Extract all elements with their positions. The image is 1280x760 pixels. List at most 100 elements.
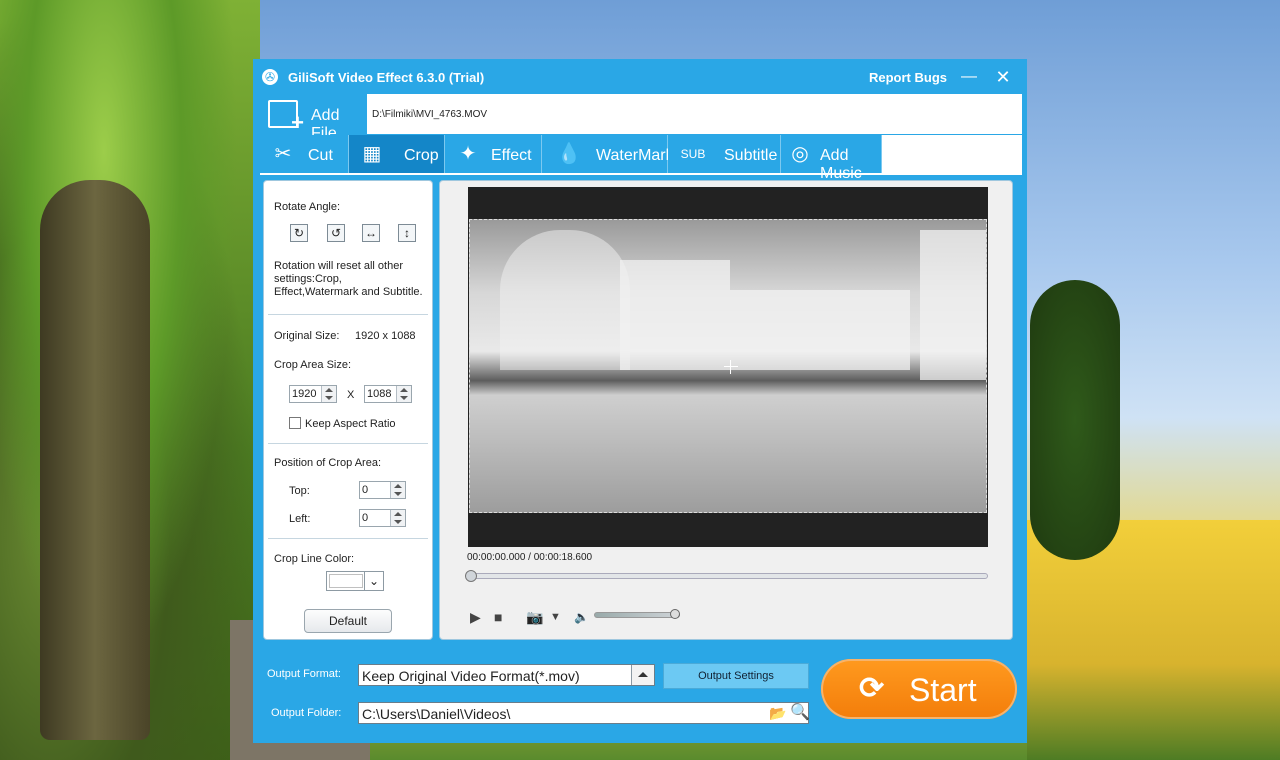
dropdown-arrow-icon[interactable] <box>631 665 654 685</box>
flip-vertical-icon[interactable]: ↕ <box>398 224 416 242</box>
keep-aspect-label: Keep Aspect Ratio <box>305 418 396 430</box>
tab-crop[interactable]: ▦ Crop <box>349 135 445 173</box>
close-button[interactable]: ✕ <box>993 65 1013 89</box>
tab-label: WaterMark <box>596 147 674 164</box>
time-display: 00:00:00.000 / 00:00:18.600 <box>467 552 593 563</box>
tab-label: Effect <box>491 147 532 164</box>
crop-line-color-picker[interactable]: ⌄ <box>326 571 384 591</box>
tab-bar: ✂ Cut ▦ Crop ✦ Effect 💧 WaterMark SUB Su… <box>260 135 1022 182</box>
stop-icon[interactable]: ■ <box>494 609 502 625</box>
rotate-counterclockwise-icon[interactable]: ↺ <box>327 224 345 242</box>
original-size-value: 1920 x 1088 <box>355 330 416 342</box>
crop-line-color-label: Crop Line Color: <box>274 553 355 565</box>
add-file-button[interactable]: Add File <box>260 94 367 142</box>
snapshot-dropdown-icon[interactable]: ▼ <box>550 611 561 623</box>
volume-icon[interactable]: 🔈 <box>574 610 589 624</box>
output-format-value: Keep Original Video Format(*.mov) <box>362 668 580 684</box>
stepper-arrows-icon[interactable] <box>390 482 405 498</box>
tab-label: Crop <box>404 147 439 164</box>
search-icon[interactable]: 🔍 <box>790 704 810 722</box>
tab-subtitle[interactable]: SUB Subtitle <box>668 135 781 173</box>
preview-panel: 00:00:00.000 / 00:00:18.600 ▶ ■ 📷 ▼ 🔈 <box>439 180 1013 640</box>
color-swatch <box>329 574 363 588</box>
watermark-icon: 💧 <box>556 143 582 165</box>
start-button[interactable]: ⟳ Start <box>821 659 1017 719</box>
crop-icon: ▦ <box>362 143 382 165</box>
volume-handle[interactable] <box>669 609 680 619</box>
crop-settings-panel: Rotate Angle: ↻ ↺ ↔ ↕ Rotation will rese… <box>263 180 433 640</box>
minimize-button[interactable]: — <box>959 65 979 89</box>
stepper-arrows-icon[interactable] <box>321 386 336 402</box>
wallpaper-tree-right <box>1030 280 1120 560</box>
crop-area-size-label: Crop Area Size: <box>274 359 352 371</box>
output-format-select[interactable]: Keep Original Video Format(*.mov) <box>358 664 655 686</box>
app-window: ✇ GiliSoft Video Effect 6.3.0 (Trial) Re… <box>253 59 1027 743</box>
cut-icon: ✂ <box>274 143 292 165</box>
rotate-angle-label: Rotate Angle: <box>274 201 341 213</box>
divider <box>268 443 428 444</box>
crop-frame[interactable] <box>469 219 987 513</box>
folder-open-icon[interactable]: 📂 <box>769 706 787 720</box>
crop-center-crosshair-icon[interactable] <box>724 360 738 374</box>
top-value: 0 <box>362 484 369 496</box>
report-bugs-link[interactable]: Report Bugs <box>869 70 947 85</box>
flip-horizontal-icon[interactable]: ↔ <box>362 224 380 242</box>
app-logo-icon: ✇ <box>262 69 278 85</box>
output-folder-value: C:\Users\Daniel\Videos\ <box>362 706 511 722</box>
video-preview <box>468 187 988 547</box>
video-tree <box>500 230 630 370</box>
video-building <box>730 290 910 370</box>
start-label: Start <box>909 672 977 708</box>
output-folder-label: Output Folder: <box>271 707 342 719</box>
window-title: GiliSoft Video Effect 6.3.0 (Trial) <box>288 70 485 85</box>
crop-height-stepper[interactable]: 1088 <box>364 385 412 403</box>
output-bar: Output Format: Keep Original Video Forma… <box>253 649 1027 743</box>
volume-slider[interactable] <box>594 609 680 619</box>
crop-width-value: 1920 <box>292 388 317 400</box>
output-settings-button[interactable]: Output Settings <box>663 663 809 689</box>
add-file-icon <box>268 100 304 136</box>
effect-icon: ✦ <box>459 143 477 165</box>
default-button[interactable]: Default <box>304 609 392 633</box>
play-icon[interactable]: ▶ <box>470 609 481 626</box>
stepper-arrows-icon[interactable] <box>396 386 411 402</box>
stepper-arrows-icon[interactable] <box>390 510 405 526</box>
chevron-down-icon[interactable]: ⌄ <box>364 572 383 590</box>
title-bar[interactable]: ✇ GiliSoft Video Effect 6.3.0 (Trial) Re… <box>253 59 1027 95</box>
subtitle-icon: SUB <box>680 147 706 161</box>
top-stepper[interactable]: 0 <box>359 481 406 499</box>
seek-slider[interactable] <box>465 570 988 582</box>
wallpaper-trunk <box>40 180 150 740</box>
convert-refresh-icon: ⟳ <box>859 672 885 705</box>
top-label: Top: <box>289 485 310 497</box>
video-building <box>620 260 730 370</box>
music-icon: ◎ <box>791 143 809 165</box>
tab-label: Subtitle <box>724 147 778 164</box>
tab-cut[interactable]: ✂ Cut <box>260 135 349 173</box>
file-path: D:\Filmiki\MVI_4763.MOV <box>372 109 488 120</box>
tab-label: Add Music <box>820 147 862 182</box>
output-folder-input[interactable]: C:\Users\Daniel\Videos\ 📂 🔍 <box>358 702 810 724</box>
tab-effect[interactable]: ✦ Effect <box>445 135 542 173</box>
position-label: Position of Crop Area: <box>274 457 382 469</box>
tab-label: Cut <box>308 147 333 164</box>
tab-add-music[interactable]: ◎ Add Music <box>781 135 882 182</box>
crop-height-value: 1088 <box>367 388 392 400</box>
video-building <box>920 230 986 380</box>
left-stepper[interactable]: 0 <box>359 509 406 527</box>
file-bar: Add File D:\Filmiki\MVI_4763.MOV <box>260 94 1022 142</box>
left-value: 0 <box>362 512 369 524</box>
left-label: Left: <box>289 513 311 525</box>
crop-x-separator: X <box>347 389 355 401</box>
snapshot-icon[interactable]: 📷 <box>526 609 543 626</box>
rotation-note: Rotation will reset all other settings:C… <box>274 260 423 298</box>
divider <box>268 314 428 315</box>
crop-width-stepper[interactable]: 1920 <box>289 385 337 403</box>
keep-aspect-checkbox[interactable] <box>289 417 301 429</box>
divider <box>268 538 428 539</box>
rotate-clockwise-icon[interactable]: ↻ <box>290 224 308 242</box>
original-size-label: Original Size: <box>274 330 340 342</box>
output-format-label: Output Format: <box>267 668 341 680</box>
tab-watermark[interactable]: 💧 WaterMark <box>542 135 674 173</box>
seek-handle[interactable] <box>465 570 477 582</box>
